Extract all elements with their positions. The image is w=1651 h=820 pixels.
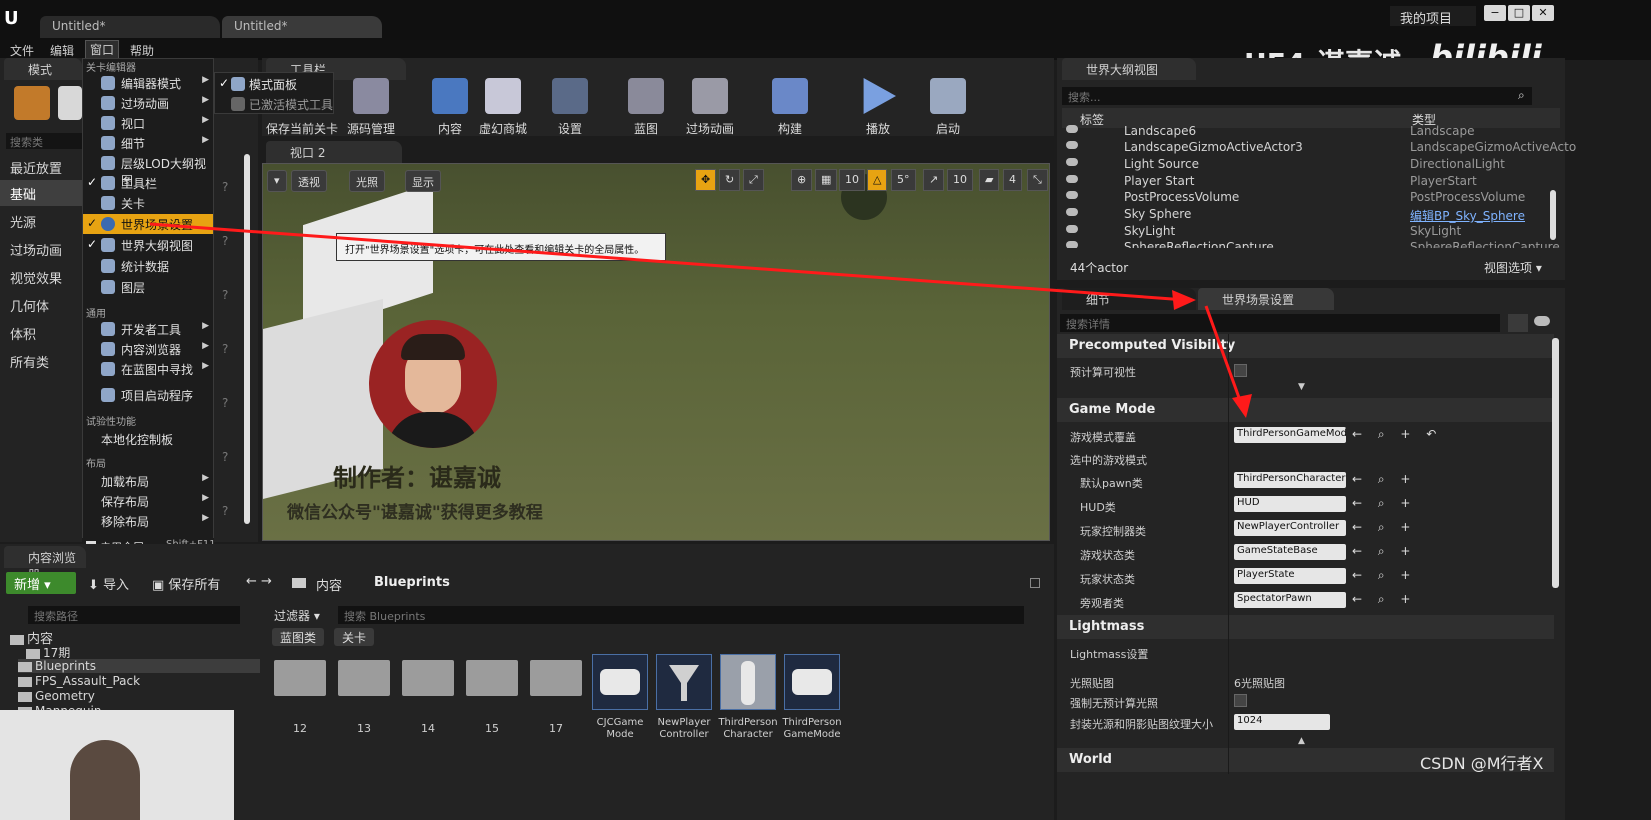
arrowhead-1	[1172, 290, 1196, 310]
arrow-to-world-settings-tab	[149, 222, 1187, 302]
arrowhead-2	[1232, 394, 1252, 418]
csdn-watermark: CSDN @M行者X	[1420, 754, 1544, 773]
annotation-arrows	[149, 222, 1252, 418]
arrow-to-game-mode	[1204, 305, 1244, 407]
